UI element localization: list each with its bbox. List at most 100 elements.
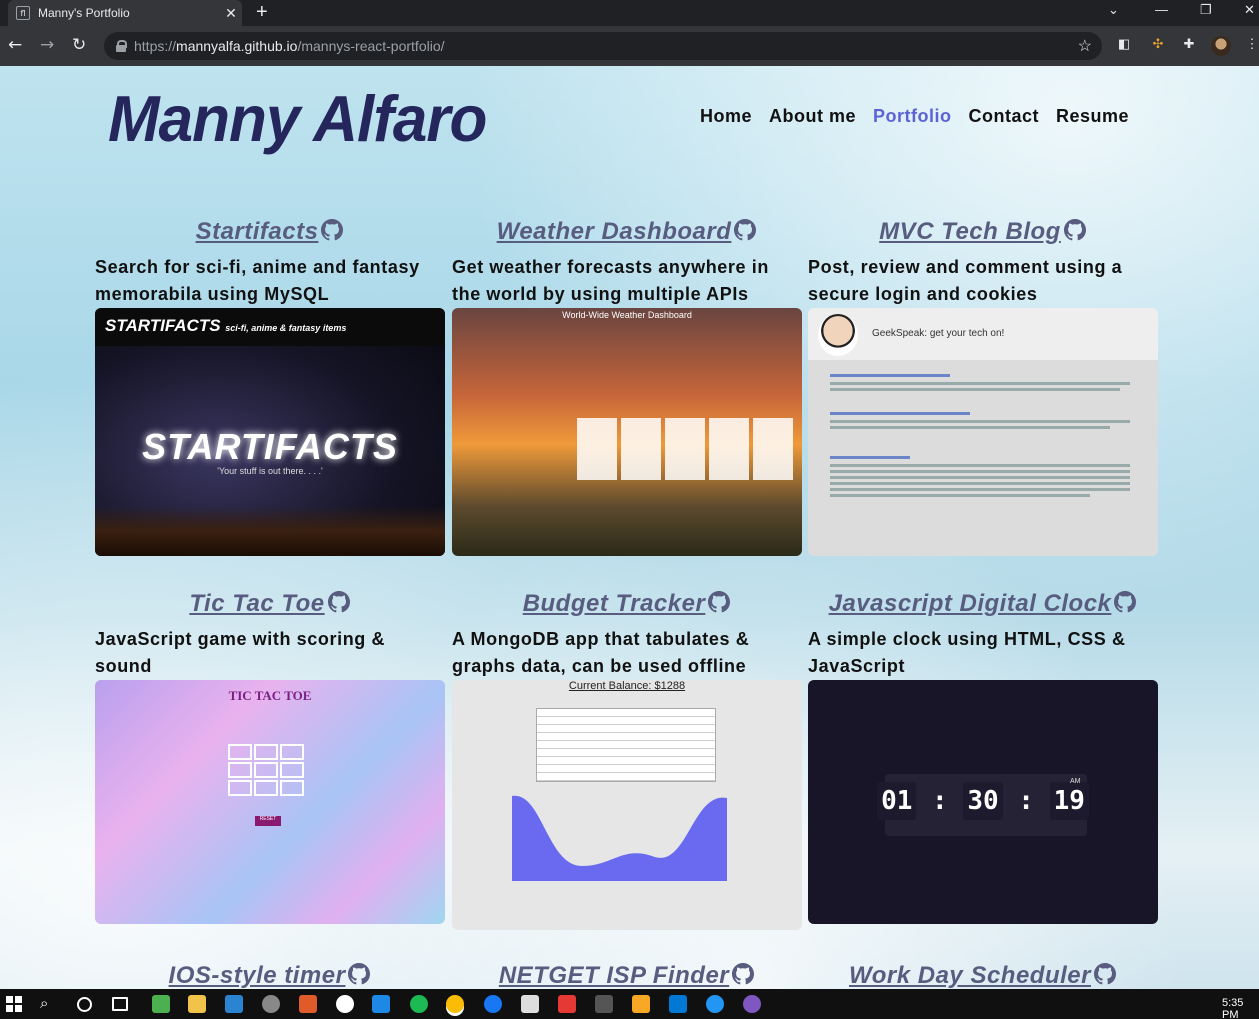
- project-title-link[interactable]: Weather Dashboard: [497, 218, 732, 246]
- nav-contact[interactable]: Contact: [969, 106, 1040, 127]
- landscape: [95, 506, 445, 556]
- project-screenshot[interactable]: STARTIFACTS sci-fi, anime & fantasy item…: [95, 308, 445, 556]
- media-player-icon[interactable]: [632, 995, 650, 1013]
- extensions-puzzle-icon[interactable]: ✚: [1181, 36, 1197, 52]
- file-explorer-icon[interactable]: [188, 995, 206, 1013]
- blog-avatar: [818, 314, 858, 356]
- project-card-startifacts: Startifacts Search for sci-fi, anime and…: [95, 214, 445, 556]
- favicon-icon: fl: [16, 6, 30, 20]
- facebook-icon[interactable]: [484, 995, 502, 1013]
- project-card-tech-blog: MVC Tech Blog Post, review and comment u…: [808, 214, 1158, 556]
- spotify-icon[interactable]: [410, 995, 428, 1013]
- search-icon[interactable]: ⌕: [40, 995, 58, 1013]
- vscode-icon[interactable]: [225, 995, 243, 1013]
- minimize-icon[interactable]: —: [1155, 2, 1168, 17]
- project-title-link[interactable]: MVC Tech Blog: [879, 218, 1061, 246]
- startifacts-tagline: 'Your stuff is out there. . . .': [217, 466, 323, 476]
- url-host: mannyalfa.github.io: [176, 38, 298, 54]
- project-card-netget: NETGET ISP Finder: [452, 958, 802, 989]
- forward-icon[interactable]: →: [40, 35, 54, 55]
- text-line: [830, 494, 1090, 497]
- project-description: A simple clock using HTML, CSS & JavaScr…: [808, 629, 1126, 676]
- reload-icon[interactable]: ↻: [72, 35, 86, 55]
- weather-header: World-Wide Weather Dashboard: [562, 310, 692, 320]
- cortana-icon[interactable]: [77, 997, 92, 1012]
- new-tab-icon[interactable]: +: [256, 2, 268, 22]
- tab-search-icon[interactable]: ⌄: [1108, 2, 1119, 18]
- forecast-cards: [577, 418, 793, 480]
- app-icon[interactable]: [372, 995, 390, 1013]
- notes-app-icon[interactable]: [152, 995, 170, 1013]
- firefox-icon[interactable]: [706, 995, 724, 1013]
- app-icon[interactable]: [743, 995, 761, 1013]
- project-screenshot[interactable]: Current Balance: $1288: [452, 680, 802, 930]
- tab-title: Manny's Portfolio: [38, 6, 130, 20]
- windows-taskbar: ⌕ 5:35 PM: [0, 989, 1259, 1019]
- blog-header: GeekSpeak: get your tech on!: [872, 328, 1005, 339]
- ttt-title: TIC TAC TOE: [228, 688, 312, 703]
- text-line: [830, 374, 950, 377]
- extension-shield-icon[interactable]: ◧: [1116, 36, 1132, 52]
- outlook-icon[interactable]: [669, 995, 687, 1013]
- project-screenshot[interactable]: 01 : 30 : 19 AM: [808, 680, 1158, 924]
- project-screenshot[interactable]: TIC TAC TOE RESET: [95, 680, 445, 924]
- menu-icon[interactable]: ⋮: [1244, 36, 1259, 52]
- github-icon[interactable]: [1113, 590, 1137, 614]
- bookmark-star-icon[interactable]: ☆: [1078, 36, 1092, 56]
- github-icon[interactable]: [1093, 962, 1117, 986]
- project-card-weather: Weather Dashboard Get weather forecasts …: [452, 214, 802, 556]
- back-icon[interactable]: ←: [8, 35, 22, 55]
- github-icon[interactable]: [1063, 218, 1087, 242]
- project-title-link[interactable]: Javascript Digital Clock: [829, 590, 1112, 618]
- task-view-icon[interactable]: [112, 997, 128, 1011]
- github-icon[interactable]: [731, 962, 755, 986]
- clock-ampm: AM: [1070, 778, 1081, 785]
- browser-tab[interactable]: fl Manny's Portfolio ✕: [8, 0, 242, 26]
- nav-resume[interactable]: Resume: [1056, 106, 1129, 127]
- chrome-icon[interactable]: [446, 995, 464, 1013]
- github-icon[interactable]: [707, 590, 731, 614]
- project-title-link[interactable]: Startifacts: [196, 218, 319, 246]
- github-icon[interactable]: [320, 218, 344, 242]
- office-icon[interactable]: [558, 995, 576, 1013]
- store-icon[interactable]: [521, 995, 539, 1013]
- project-title-link[interactable]: IOS-style timer: [169, 962, 346, 989]
- close-window-icon[interactable]: ✕: [1244, 2, 1255, 18]
- github-icon[interactable]: [327, 590, 351, 614]
- close-tab-icon[interactable]: ✕: [220, 5, 242, 22]
- browser-toolbar: ← → ↻ https://mannyalfa.github.io/mannys…: [0, 26, 1259, 66]
- profile-avatar[interactable]: [1211, 36, 1231, 56]
- clock-time: 01 : 30 : 19: [808, 782, 1158, 820]
- app-icon[interactable]: [595, 995, 613, 1013]
- startifacts-bar-sub: sci-fi, anime & fantasy items: [225, 323, 347, 333]
- text-line: [830, 464, 1130, 467]
- taskbar-clock[interactable]: 5:35 PM: [1222, 997, 1259, 1019]
- project-screenshot[interactable]: World-Wide Weather Dashboard: [452, 308, 802, 556]
- text-line: [830, 470, 1130, 473]
- nav-home[interactable]: Home: [700, 106, 752, 127]
- project-card-tic-tac-toe: Tic Tac Toe JavaScript game with scoring…: [95, 586, 445, 924]
- git-icon[interactable]: [299, 995, 317, 1013]
- budget-table: [536, 708, 716, 782]
- app-icon[interactable]: [262, 995, 280, 1013]
- url-path: /mannys-react-portfolio/: [297, 38, 445, 54]
- site-brand[interactable]: Manny Alfaro: [108, 82, 487, 157]
- project-title-link[interactable]: Budget Tracker: [523, 590, 706, 618]
- github-icon[interactable]: [347, 962, 371, 986]
- clock-seconds: 19: [1049, 782, 1089, 820]
- address-bar[interactable]: https://mannyalfa.github.io/mannys-react…: [104, 32, 1102, 60]
- text-line: [830, 456, 910, 459]
- windows-start-icon[interactable]: [6, 996, 22, 1012]
- project-title-link[interactable]: Work Day Scheduler: [849, 962, 1091, 989]
- project-screenshot[interactable]: GeekSpeak: get your tech on!: [808, 308, 1158, 556]
- github-desktop-icon[interactable]: [336, 995, 354, 1013]
- project-description: A MongoDB app that tabulates & graphs da…: [452, 629, 750, 676]
- extension-cookie-icon[interactable]: ✣: [1150, 36, 1166, 52]
- maximize-icon[interactable]: ❐: [1200, 2, 1212, 18]
- github-icon[interactable]: [733, 218, 757, 242]
- project-title-link[interactable]: NETGET ISP Finder: [499, 962, 729, 989]
- nav-portfolio[interactable]: Portfolio: [873, 106, 952, 127]
- nav-about-me[interactable]: About me: [769, 106, 856, 127]
- browser-tabbar: fl Manny's Portfolio ✕ + ⌄ — ❐ ✕: [0, 0, 1259, 26]
- project-title-link[interactable]: Tic Tac Toe: [189, 590, 324, 618]
